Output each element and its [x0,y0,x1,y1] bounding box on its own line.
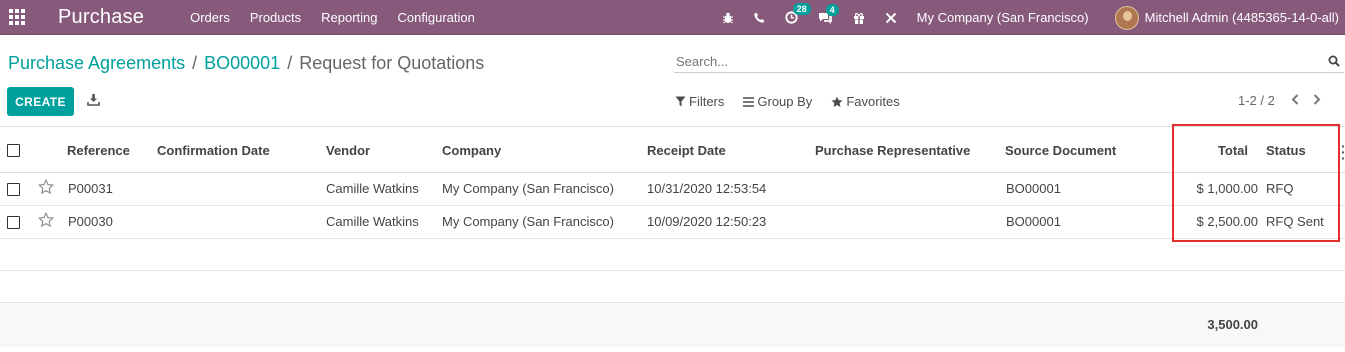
systray: 28 4 My Company (San Francisco) Mitchell… [722,0,1345,35]
menu-orders[interactable]: Orders [190,10,230,25]
filters-label: Filters [689,94,725,109]
activity-count-badge: 28 [792,3,811,15]
cell-vendor: Camille Watkins [326,214,419,229]
create-button[interactable]: CREATE [7,87,74,116]
groupby-dropdown[interactable]: Group By [743,94,812,109]
column-confirmation-date[interactable]: Confirmation Date [157,143,270,158]
favorites-dropdown[interactable]: Favorites [831,94,900,109]
menu-configuration[interactable]: Configuration [398,10,475,25]
cell-receipt-date: 10/09/2020 12:50:23 [647,214,767,229]
top-navbar: Purchase Orders Products Reporting Confi… [0,0,1345,35]
optional-columns-icon[interactable]: ··· [1341,139,1345,165]
breadcrumb-purchase-agreements[interactable]: Purchase Agreements [8,53,185,74]
row-checkbox[interactable] [7,183,20,196]
cell-source-document: BO00001 [1006,181,1061,196]
company-switcher[interactable]: My Company (San Francisco) [917,10,1089,25]
breadcrumb-separator: / [287,53,293,73]
search-bar [674,52,1344,73]
column-status[interactable]: Status [1266,143,1306,158]
cell-total: $ 2,500.00 [1196,214,1258,229]
pager-next-icon[interactable] [1313,93,1321,108]
cell-reference: P00030 [68,214,113,229]
breadcrumb: Purchase Agreements / BO00001 / Request … [8,53,484,74]
menu-reporting[interactable]: Reporting [321,10,377,25]
list-icon [743,96,755,107]
cell-status: RFQ [1266,181,1294,196]
priority-star-icon[interactable] [37,178,55,198]
column-receipt-date[interactable]: Receipt Date [647,143,726,158]
table-row[interactable]: P00031 Camille Watkins My Company (San F… [0,173,1345,206]
table-footer: 3,500.00 [0,303,1345,347]
messages-icon[interactable]: 4 [818,3,839,24]
search-input[interactable] [674,52,1314,71]
row-checkbox[interactable] [7,216,20,229]
cell-reference: P00031 [68,181,113,196]
user-avatar[interactable] [1114,5,1139,30]
empty-row [0,239,1345,271]
empty-row [0,271,1345,303]
grand-total: 3,500.00 [1207,317,1258,332]
filters-dropdown[interactable]: Filters [675,94,724,109]
gift-icon[interactable] [853,12,865,24]
column-purchase-representative[interactable]: Purchase Representative [815,143,970,158]
column-vendor[interactable]: Vendor [326,143,370,158]
phone-icon[interactable] [753,12,765,23]
bug-icon[interactable] [722,12,734,24]
app-title[interactable]: Purchase [58,6,144,29]
rfq-list-table: Reference Confirmation Date Vendor Compa… [0,126,1345,347]
pager: 1-2 / 2 [1238,93,1335,108]
user-menu[interactable]: Mitchell Admin (4485365-14-0-all) [1145,10,1339,25]
breadcrumb-separator: / [192,53,198,73]
breadcrumb-current: Request for Quotations [299,53,485,73]
priority-star-icon[interactable] [37,211,55,231]
main-menu: Orders Products Reporting Configuration [190,10,495,25]
tools-icon[interactable] [885,12,897,24]
breadcrumb-bo00001[interactable]: BO00001 [204,53,280,74]
table-header: Reference Confirmation Date Vendor Compa… [0,126,1345,173]
apps-menu-icon[interactable] [0,0,34,35]
table-row[interactable]: P00030 Camille Watkins My Company (San F… [0,206,1345,239]
download-icon[interactable] [87,93,100,111]
column-company[interactable]: Company [442,143,501,158]
pager-range[interactable]: 1-2 / 2 [1238,93,1275,108]
column-total[interactable]: Total [1218,143,1248,158]
cell-total: $ 1,000.00 [1196,181,1258,196]
star-icon [831,96,843,107]
column-source-document[interactable]: Source Document [1005,143,1116,158]
pager-previous-icon[interactable] [1291,93,1299,108]
cell-company: My Company (San Francisco) [442,214,614,229]
search-options: Filters Group By Favorites [675,94,919,109]
filter-icon [675,96,686,107]
cell-source-document: BO00001 [1006,214,1061,229]
groupby-label: Group By [757,94,813,109]
cell-receipt-date: 10/31/2020 12:53:54 [647,181,767,196]
menu-products[interactable]: Products [250,10,301,25]
cell-status: RFQ Sent [1266,214,1324,229]
column-reference[interactable]: Reference [67,143,130,158]
favorites-label: Favorites [846,94,900,109]
search-icon[interactable] [1328,54,1340,72]
select-all-checkbox[interactable] [7,144,20,157]
cell-vendor: Camille Watkins [326,181,419,196]
cell-company: My Company (San Francisco) [442,181,614,196]
activity-clock-icon[interactable]: 28 [785,3,811,24]
messages-count-badge: 4 [825,3,839,16]
